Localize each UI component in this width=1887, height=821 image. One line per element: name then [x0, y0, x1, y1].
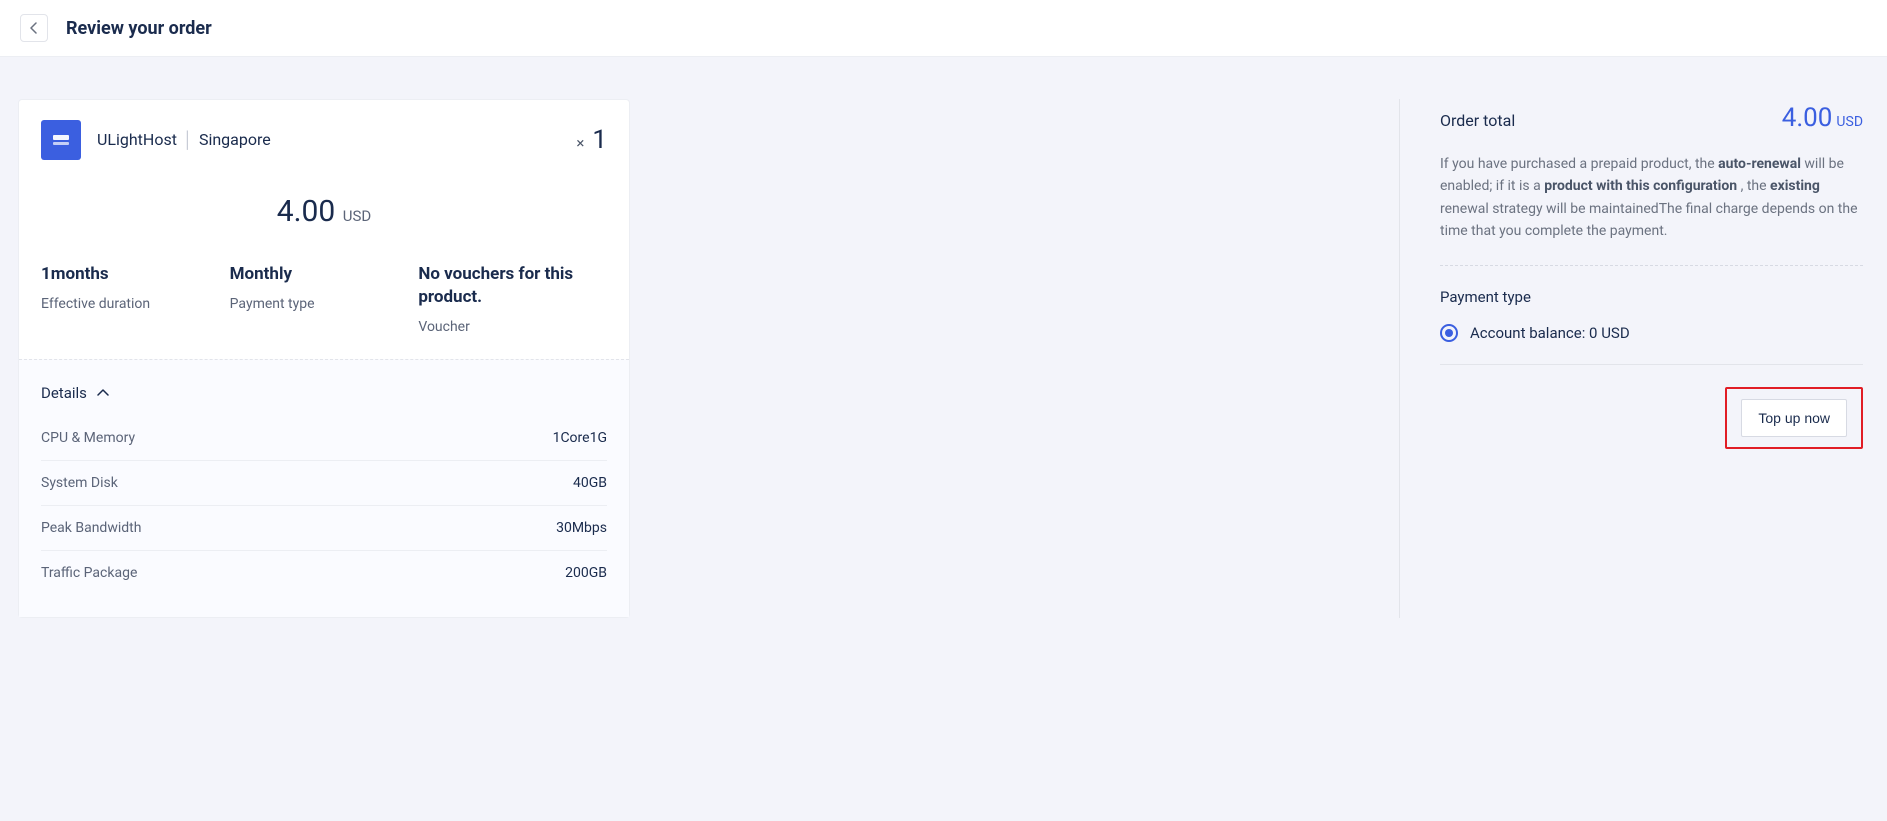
meta-voucher: No vouchers for this product. Voucher: [418, 263, 607, 335]
price-currency: USD: [343, 207, 371, 225]
product-separator: │: [183, 130, 193, 149]
meta-duration: 1months Effective duration: [41, 263, 230, 335]
order-card: ULightHost │ Singapore × 1 4.00 USD 1month…: [18, 99, 630, 618]
top-bar: Review your order: [0, 0, 1887, 57]
spec-value: 40GB: [573, 475, 607, 491]
spec-row: System Disk 40GB: [41, 461, 607, 506]
details-toggle-label: Details: [41, 384, 87, 402]
order-total-label: Order total: [1440, 111, 1515, 130]
product-name: ULightHost │ Singapore: [97, 130, 271, 150]
spec-row: Traffic Package 200GB: [41, 551, 607, 595]
topup-area: Top up now: [1440, 387, 1863, 449]
spec-value: 1Core1G: [553, 430, 607, 446]
payment-type-heading: Payment type: [1440, 288, 1863, 306]
product-name-text: ULightHost: [97, 130, 177, 149]
price-row: 4.00 USD: [41, 194, 607, 229]
spec-row: Peak Bandwidth 30Mbps: [41, 506, 607, 551]
product-region: Singapore: [199, 130, 271, 149]
meta-duration-value: 1months: [41, 263, 230, 286]
spec-value: 30Mbps: [556, 520, 607, 536]
meta-duration-label: Effective duration: [41, 296, 230, 312]
meta-grid: 1months Effective duration Monthly Payme…: [41, 263, 607, 335]
price-amount: 4.00: [277, 194, 336, 229]
order-total-row: Order total 4.00USD: [1440, 103, 1863, 133]
meta-voucher-value: No vouchers for this product.: [418, 263, 607, 309]
payment-balance-label: Account balance: 0 USD: [1470, 324, 1630, 342]
meta-payment-value: Monthly: [230, 263, 419, 286]
product-row: ULightHost │ Singapore × 1: [41, 120, 607, 160]
order-total-amount: 4.00: [1782, 103, 1833, 133]
order-card-details: Details CPU & Memory 1Core1G System Disk…: [19, 359, 629, 617]
right-column: Order total 4.00USD If you have purchase…: [1399, 99, 1869, 618]
product-icon: [41, 120, 81, 160]
order-total-value: 4.00USD: [1782, 103, 1863, 133]
meta-payment-label: Payment type: [230, 296, 419, 312]
payment-balance-radio[interactable]: Account balance: 0 USD: [1440, 324, 1863, 342]
spec-label: Traffic Package: [41, 565, 137, 581]
divider-dashed: [1440, 265, 1863, 266]
order-card-top: ULightHost │ Singapore × 1 4.00 USD 1month…: [19, 100, 629, 359]
back-button[interactable]: [20, 14, 48, 42]
spec-row: CPU & Memory 1Core1G: [41, 416, 607, 461]
meta-voucher-label: Voucher: [418, 319, 607, 335]
notice-bold-3: existing: [1770, 178, 1820, 194]
quantity-times: ×: [576, 134, 584, 152]
content-area: ULightHost │ Singapore × 1 4.00 USD 1month…: [0, 57, 1887, 658]
topup-button[interactable]: Top up now: [1741, 399, 1847, 437]
details-toggle[interactable]: Details: [41, 378, 607, 416]
chevron-up-icon: [97, 388, 109, 398]
meta-payment: Monthly Payment type: [230, 263, 419, 335]
quantity-value: 1: [592, 125, 607, 155]
divider-solid: [1440, 364, 1863, 365]
spec-label: System Disk: [41, 475, 118, 491]
notice-text-1: If you have purchased a prepaid product,…: [1440, 156, 1718, 172]
spec-table: CPU & Memory 1Core1G System Disk 40GB Pe…: [41, 416, 607, 595]
topup-highlight: Top up now: [1725, 387, 1863, 449]
notice-bold-1: auto-renewal: [1718, 156, 1801, 172]
spec-value: 200GB: [565, 565, 607, 581]
notice-text-4: renewal strategy will be maintainedThe f…: [1440, 201, 1858, 239]
page-title: Review your order: [66, 18, 212, 39]
radio-icon: [1440, 324, 1458, 342]
chevron-left-icon: [29, 22, 39, 34]
spec-label: Peak Bandwidth: [41, 520, 141, 536]
server-icon: [51, 130, 71, 150]
left-column: ULightHost │ Singapore × 1 4.00 USD 1month…: [18, 99, 1399, 618]
notice-text-3: , the: [1741, 178, 1770, 194]
renewal-notice: If you have purchased a prepaid product,…: [1440, 153, 1863, 243]
quantity: × 1: [576, 125, 607, 155]
notice-bold-2: product with this configuration: [1544, 178, 1737, 194]
spec-label: CPU & Memory: [41, 430, 135, 446]
order-total-currency: USD: [1836, 114, 1863, 130]
